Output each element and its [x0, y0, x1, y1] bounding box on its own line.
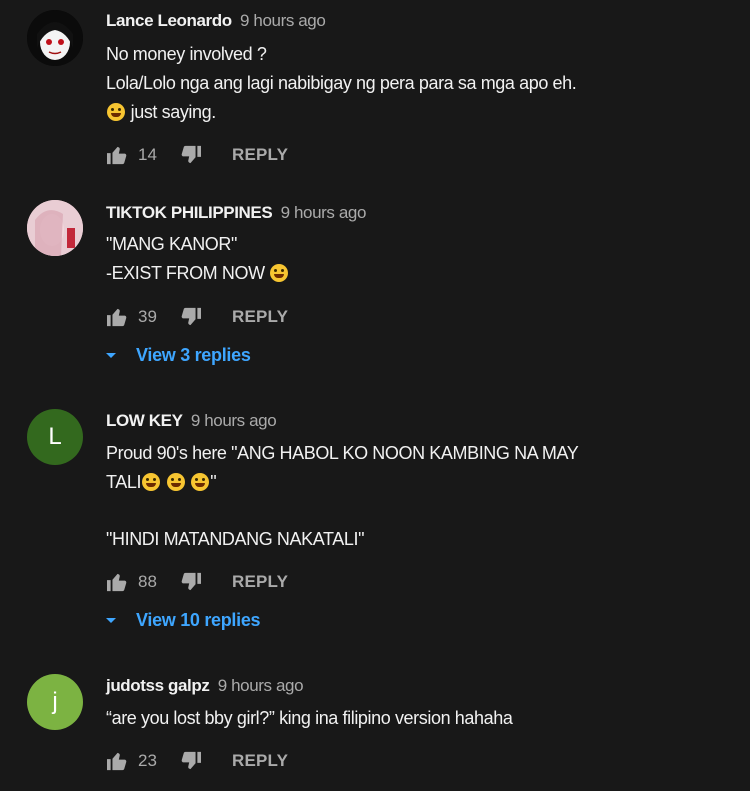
laughing-emoji-icon	[107, 103, 125, 121]
comment-text: "MANG KANOR" -EXIST FROM NOW	[106, 230, 289, 288]
view-replies-label: View 3 replies	[136, 345, 251, 365]
comment-text: “are you lost bby girl?” king ina filipi…	[106, 704, 513, 733]
author-name[interactable]: Lance Leonardo	[106, 11, 232, 30]
avatar-letter: L	[48, 423, 62, 450]
like-count: 14	[138, 145, 157, 164]
avatar[interactable]	[27, 200, 83, 256]
avatar-letter: j	[52, 688, 58, 715]
avatar[interactable]: j	[27, 674, 83, 730]
avatar[interactable]	[27, 10, 83, 66]
comment-timestamp[interactable]: 9 hours ago	[191, 411, 277, 430]
comment-actions: 88 REPLY	[106, 570, 288, 594]
thumbs-down-icon[interactable]	[180, 751, 202, 771]
comment-line: Proud 90's here "ANG HABOL KO NOON KAMBI…	[106, 443, 579, 463]
author-name[interactable]: LOW KEY	[106, 411, 183, 430]
caret-down-icon	[106, 353, 116, 358]
comment-line: TALI	[106, 472, 142, 492]
comment-header: Lance Leonardo 9 hours ago	[106, 11, 326, 31]
avatar[interactable]: L	[27, 409, 83, 465]
comment-line-with-emoji: just saying.	[106, 98, 576, 127]
comment-line: “are you lost bby girl?” king ina filipi…	[106, 708, 513, 728]
view-replies-button[interactable]: View 3 replies	[106, 345, 251, 366]
thumbs-down-icon[interactable]	[180, 145, 202, 165]
comment-text: Proud 90's here "ANG HABOL KO NOON KAMBI…	[106, 439, 579, 554]
like-count: 88	[138, 572, 157, 591]
laughing-emoji-icon	[191, 473, 210, 491]
laughing-emoji-icon	[166, 473, 185, 491]
thumbs-up-icon[interactable]	[106, 145, 128, 165]
comment-actions: 14 REPLY	[106, 143, 288, 167]
reply-button[interactable]: REPLY	[232, 751, 288, 771]
comment-line: "HINDI MATANDANG NAKATALI"	[106, 529, 365, 549]
caret-down-icon	[106, 618, 116, 623]
thumbs-up-icon[interactable]	[106, 572, 128, 592]
comment-timestamp[interactable]: 9 hours ago	[281, 203, 367, 222]
comment-line: just saying.	[130, 102, 217, 122]
comment-header: TIKTOK PHILIPPINES 9 hours ago	[106, 203, 366, 223]
author-name[interactable]: judotss galpz	[106, 676, 210, 695]
comment-line: -EXIST FROM NOW	[106, 263, 265, 283]
comment-actions: 39 REPLY	[106, 305, 288, 329]
reply-button[interactable]: REPLY	[232, 145, 288, 165]
thumbs-down-icon[interactable]	[180, 307, 202, 327]
comment-line: "MANG KANOR"	[106, 234, 237, 254]
like-count: 23	[138, 751, 157, 770]
laughing-emoji-icon	[270, 264, 289, 282]
comment-timestamp[interactable]: 9 hours ago	[240, 11, 326, 30]
reply-button[interactable]: REPLY	[232, 307, 288, 327]
comment-line-with-emoji: TALI "	[106, 468, 578, 497]
reply-button[interactable]: REPLY	[232, 572, 288, 592]
comment-header: judotss galpz 9 hours ago	[106, 676, 304, 696]
comment-line: No money involved ?	[106, 44, 267, 64]
like-count: 39	[138, 307, 157, 326]
comment-header: LOW KEY 9 hours ago	[106, 411, 277, 431]
laughing-emoji-icon	[142, 473, 161, 491]
thumbs-up-icon[interactable]	[106, 307, 128, 327]
comment-timestamp[interactable]: 9 hours ago	[218, 676, 304, 695]
author-name[interactable]: TIKTOK PHILIPPINES	[106, 203, 273, 222]
thumbs-up-icon[interactable]	[106, 751, 128, 771]
comment-line: Lola/Lolo nga ang lagi nabibigay ng pera…	[106, 73, 577, 93]
view-replies-button[interactable]: View 10 replies	[106, 610, 261, 631]
view-replies-label: View 10 replies	[136, 610, 261, 630]
comment-line-with-emoji: -EXIST FROM NOW	[106, 259, 289, 288]
comment-actions: 23 REPLY	[106, 749, 288, 773]
comment-line: "	[210, 472, 217, 492]
thumbs-down-icon[interactable]	[180, 572, 202, 592]
comment-text: No money involved ? Lola/Lolo nga ang la…	[106, 40, 577, 127]
